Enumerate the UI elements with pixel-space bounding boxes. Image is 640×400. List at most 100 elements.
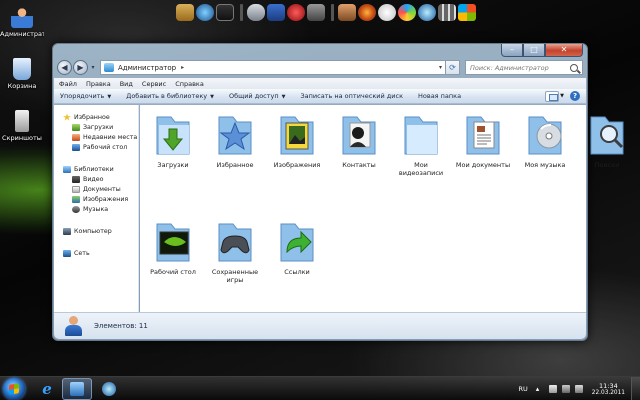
firefox-icon[interactable] <box>358 3 376 21</box>
close-button[interactable]: ✕ <box>545 44 583 57</box>
desktop-icon-screenshots[interactable]: Скриншоты <box>0 110 44 142</box>
menu-help[interactable]: Справка <box>175 80 204 88</box>
maximize-button[interactable]: □ <box>523 44 545 57</box>
folder-pictures[interactable]: Изображения <box>266 111 328 169</box>
menu-edit[interactable]: Правка <box>86 80 111 88</box>
chevron-down-icon[interactable]: ▾ <box>439 64 442 71</box>
share-button[interactable]: Общий доступ ▼ <box>229 92 286 100</box>
forward-button[interactable]: ▶ <box>73 60 88 75</box>
share-label: Общий доступ <box>228 92 279 100</box>
new-folder-button[interactable]: Новая папка <box>418 92 461 100</box>
address-path[interactable]: Администратор <box>118 64 176 72</box>
contacts-folder-icon <box>337 111 381 159</box>
folder-favorites[interactable]: Избранное <box>204 111 266 169</box>
nav-item-desktop[interactable]: Рабочий стол <box>54 142 138 152</box>
file-label: Контакты <box>342 161 376 169</box>
menu-view[interactable]: Вид <box>120 80 133 88</box>
music-icon <box>72 205 80 213</box>
video-icon <box>72 175 80 183</box>
folder-my-music[interactable]: Моя музыка <box>514 111 576 169</box>
path-separator[interactable]: ▸ <box>181 64 184 71</box>
start-button[interactable] <box>3 378 25 400</box>
pinwheel-icon[interactable] <box>398 3 416 21</box>
folder-searches[interactable]: Поиски <box>576 111 638 169</box>
links-folder-icon <box>275 218 319 266</box>
grid-icon[interactable] <box>438 3 456 21</box>
media-icon[interactable] <box>418 3 436 21</box>
app-icon[interactable] <box>307 3 325 21</box>
folder-icon[interactable] <box>176 3 194 21</box>
ball-icon[interactable] <box>378 3 396 21</box>
file-view: Загрузки Избранное Изображения Контакты … <box>140 105 624 314</box>
nav-item-recent-places[interactable]: Недавние места <box>54 132 138 142</box>
item-count: Элементов: 11 <box>94 322 148 330</box>
back-button[interactable]: ◀ <box>57 60 72 75</box>
nav-item-music[interactable]: Музыка <box>54 204 138 214</box>
taskbar-explorer-button[interactable] <box>62 378 92 400</box>
nav-libraries[interactable]: Библиотеки <box>54 164 138 174</box>
clock[interactable]: 11:34 22.03.2011 <box>592 382 625 396</box>
folder-downloads[interactable]: Загрузки <box>142 111 204 169</box>
chevron-down-icon: ▼ <box>210 94 214 100</box>
refresh-button[interactable]: ⟳ <box>446 60 460 75</box>
gamepad-icon[interactable] <box>247 3 265 21</box>
folder-saved-games[interactable]: Сохраненные игры <box>204 218 266 284</box>
help-button[interactable]: ? <box>570 91 580 101</box>
nav-favorites[interactable]: Избранное <box>54 112 138 122</box>
search-box[interactable] <box>465 60 583 75</box>
avatar-body <box>65 325 82 336</box>
folder-my-videos[interactable]: Мои видеозаписи <box>390 111 452 177</box>
nav-gap <box>54 214 138 223</box>
desktop-icon-admin[interactable]: Администратор <box>0 6 44 38</box>
nav-network[interactable]: Сеть <box>54 248 138 258</box>
internet-explorer-icon: e <box>42 380 52 398</box>
add-to-library-button[interactable]: Добавить в библиотеку ▼ <box>126 92 214 100</box>
folder-links[interactable]: Ссылки <box>266 218 328 276</box>
chevron-up-icon[interactable]: ▴ <box>536 385 544 393</box>
recent-pages-dropdown[interactable]: ▾ <box>89 64 97 71</box>
user-icon[interactable] <box>338 3 356 21</box>
nav-item-label: Изображения <box>83 195 129 203</box>
search-icon[interactable] <box>570 63 578 72</box>
settings-icon[interactable] <box>287 3 305 21</box>
calendar-icon[interactable] <box>267 3 285 21</box>
globe-icon[interactable] <box>196 3 214 21</box>
address-bar[interactable]: Администратор ▸ ▾ <box>100 60 446 75</box>
show-desktop-button[interactable] <box>631 377 640 400</box>
nav-item-documents[interactable]: Документы <box>54 184 138 194</box>
file-label: Рабочий стол <box>150 268 196 276</box>
folder-contacts[interactable]: Контакты <box>328 111 390 169</box>
taskbar-media-player-button[interactable] <box>94 378 124 400</box>
clock-time: 11:34 <box>599 382 618 390</box>
network-icon <box>63 249 71 257</box>
menu-tools[interactable]: Сервис <box>142 80 166 88</box>
menu-bar: Файл Правка Вид Сервис Справка <box>54 78 586 89</box>
nav-item-pictures[interactable]: Изображения <box>54 194 138 204</box>
window-controls: – □ ✕ <box>501 44 583 57</box>
explorer-icon <box>70 382 84 396</box>
desktop-icon-recycle-bin[interactable]: Корзина <box>0 58 44 90</box>
desktop-icon-label: Администратор <box>0 30 44 38</box>
change-view-button[interactable] <box>545 90 560 102</box>
menu-file[interactable]: Файл <box>59 80 77 88</box>
minimize-button[interactable]: – <box>501 44 523 57</box>
organize-button[interactable]: Упорядочить ▼ <box>60 92 111 100</box>
windows-icon[interactable] <box>458 3 476 21</box>
view-options-dropdown[interactable]: ▼ <box>560 93 564 99</box>
search-input[interactable] <box>470 63 570 72</box>
taskbar-ie-button[interactable]: e <box>32 378 62 400</box>
nav-computer[interactable]: Компьютер <box>54 226 138 236</box>
nav-item-videos[interactable]: Видео <box>54 174 138 184</box>
language-indicator[interactable]: RU <box>519 385 528 393</box>
network-icon[interactable] <box>561 385 570 393</box>
folder-my-documents[interactable]: Мои документы <box>452 111 514 169</box>
burn-button[interactable]: Записать на оптический диск <box>301 92 403 100</box>
folder-desktop[interactable]: Рабочий стол <box>142 218 204 276</box>
nav-item-downloads[interactable]: Загрузки <box>54 122 138 132</box>
volume-icon[interactable] <box>574 385 583 393</box>
dock-separator <box>331 3 334 21</box>
nav-favorites-label: Избранное <box>74 113 110 121</box>
desktop-icon-label: Скриншоты <box>2 134 42 142</box>
monitor-icon[interactable] <box>216 3 234 21</box>
flag-icon[interactable] <box>548 385 557 393</box>
